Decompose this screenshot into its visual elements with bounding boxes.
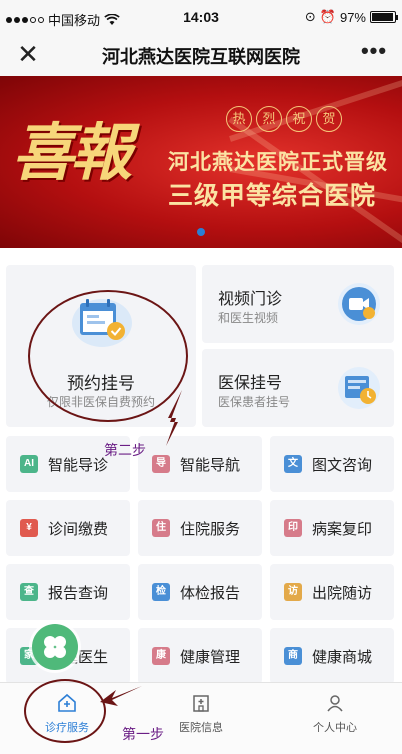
ai-icon: AI [20,455,38,473]
battery-icon [370,11,398,23]
service-label: 智能导航 [180,457,241,474]
insurance-label: 医保挂号 [218,375,283,392]
clover-icon [44,636,66,658]
shopping-icon: 商 [284,647,302,665]
service-label: 诊间缴费 [48,521,109,538]
annotation-step2-label: 第二步 [104,442,146,458]
page-title: 河北燕达医院互联网医院 [102,47,300,67]
video-clinic-sub: 和医生视频 [218,311,279,325]
service-checkup-report[interactable]: 检 体检报告 [138,564,262,620]
service-label: 智能导诊 [48,457,109,474]
annotation-arrow-step2 [166,390,182,446]
user-icon [327,695,343,712]
banner-line-2: 三级甲等综合医院 [168,182,377,210]
carousel-indicator [197,228,205,236]
followup-icon: 访 [284,583,302,601]
service-inpatient[interactable]: 住 住院服务 [138,500,262,556]
banner-stamps: 热 烈 祝 贺 [226,106,342,132]
service-label: 住院服务 [180,521,241,538]
service-label: 报告查询 [48,585,109,602]
banner-stamp: 热 [226,106,252,132]
insurance-sub: 医保患者挂号 [218,395,291,409]
status-bar: 中国移动 14:03 ⊙ ⏰ 97% [0,0,402,34]
report-search-icon: 查 [20,583,38,601]
banner-line-1: 河北燕达医院正式晋级 [168,151,388,174]
floating-assistant-button[interactable] [32,624,78,670]
status-right: ⊙ ⏰ 97% [304,9,398,25]
money-bag-icon: ¥ [20,519,38,537]
service-label: 健康管理 [180,649,241,666]
nav-bar: ✕ 河北燕达医院互联网医院 ••• [0,34,402,76]
banner-big-text: 喜報 [12,116,132,189]
video-clinic-label: 视频门诊 [218,291,283,308]
printer-icon: 印 [284,519,302,537]
banner-stamp: 贺 [316,106,342,132]
hospital-building-icon [193,695,209,712]
video-icon [338,283,380,325]
promo-banner[interactable]: 喜報 热 烈 祝 贺 河北燕达医院正式晋级 三级甲等综合医院 [0,76,402,248]
alarm-icon: ⏰ [319,9,336,24]
service-report-query[interactable]: 查 报告查询 [6,564,130,620]
tab-label: 个人中心 [313,722,357,734]
navigation-icon: 导 [152,455,170,473]
annotation-ellipse-step1 [24,679,106,743]
service-health-management[interactable]: 康 健康管理 [138,628,262,684]
video-clinic-card[interactable]: 视频门诊 和医生视频 [202,265,394,343]
service-text-consult[interactable]: 文 图文咨询 [270,436,394,492]
more-button[interactable]: ••• [358,38,390,68]
service-record-copy[interactable]: 印 病案复印 [270,500,394,556]
service-discharge-followup[interactable]: 访 出院随访 [270,564,394,620]
insurance-registration-card[interactable]: 医保挂号 医保患者挂号 [202,349,394,427]
service-label: 健康商城 [312,649,373,666]
chat-icon: 文 [284,455,302,473]
annotation-step1-label: 第一步 [122,726,164,742]
service-label: 病案复印 [312,521,373,538]
service-label: 出院随访 [312,585,373,602]
service-label: 图文咨询 [312,457,373,474]
service-label: 体检报告 [180,585,241,602]
banner-stamp: 祝 [286,106,312,132]
health-management-icon: 康 [152,647,170,665]
annotation-arrow-step1 [100,686,142,706]
hospital-bed-icon: 住 [152,519,170,537]
service-payment[interactable]: ¥ 诊间缴费 [6,500,130,556]
insurance-card-icon [338,367,380,409]
battery-percent: 97% [339,9,366,25]
checkup-icon: 检 [152,583,170,601]
service-health-mall[interactable]: 商 健康商城 [270,628,394,684]
banner-stamp: 烈 [256,106,282,132]
lock-rotation-icon: ⊙ [304,9,316,24]
tab-personal-center[interactable]: 个人中心 [268,683,402,754]
